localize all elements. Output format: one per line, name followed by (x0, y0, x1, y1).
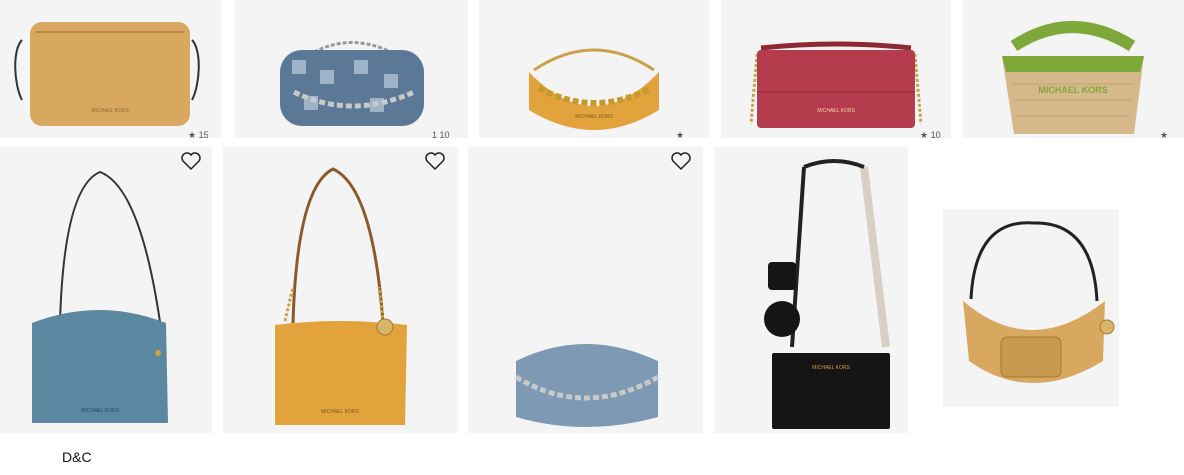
product-tile-1[interactable]: MICHAEL KORS (0, 0, 222, 138)
product-image-blue-suede-hobo: MICHAEL KORS (32, 170, 168, 423)
rating-fragment-tile-3: ★ (676, 130, 685, 140)
product-tile-4[interactable]: MICHAEL KORS (721, 0, 951, 138)
product-image-marigold-logo-crossbody: MICHAEL KORS (275, 167, 407, 425)
svg-text:MICHAEL KORS: MICHAEL KORS (812, 365, 850, 371)
product-image-red-crossbody: MICHAEL KORS (749, 41, 923, 128)
product-tile-9[interactable]: MICHAEL KORS (714, 147, 908, 433)
rating-fragment-tile-1: ★ 15 (188, 130, 209, 140)
product-image-black-crossbody-with-pouches: MICHAEL KORS (764, 159, 890, 429)
svg-text:MICHAEL KORS: MICHAEL KORS (81, 408, 119, 414)
svg-text:MICHAEL KORS: MICHAEL KORS (321, 409, 359, 415)
straw-tote-logo: MICHAEL KORS (1038, 85, 1108, 95)
brand-label: D&C (62, 449, 92, 465)
svg-text:MICHAEL KORS: MICHAEL KORS (817, 108, 855, 114)
product-image-tan-logo-shoulder-bag (963, 221, 1115, 383)
product-tile-5[interactable]: MICHAEL KORS (962, 0, 1184, 138)
product-tile-3[interactable]: MICHAEL KORS (479, 0, 710, 138)
product-image-marigold-shoulder-bag: MICHAEL KORS (529, 48, 659, 130)
product-image-tan-camera-bag: MICHAEL KORS (14, 22, 200, 126)
rating-fragment-tile-5: ★ (1160, 130, 1169, 140)
product-image-denim-bag (280, 41, 424, 126)
product-tile-8[interactable] (468, 147, 703, 433)
rating-fragment-tile-4: ★ 10 (920, 130, 941, 140)
product-image-straw-tote (1002, 21, 1144, 134)
wishlist-heart-icon[interactable] (424, 151, 446, 171)
product-tile-2[interactable]: 1 10 (234, 0, 468, 138)
svg-text:MICHAEL KORS: MICHAEL KORS (575, 114, 613, 120)
wishlist-heart-icon[interactable] (180, 151, 202, 171)
product-tile-7[interactable]: MICHAEL KORS (223, 147, 458, 433)
svg-text:MICHAEL KORS: MICHAEL KORS (91, 108, 129, 114)
wishlist-heart-icon[interactable] (670, 151, 692, 171)
product-tile-10[interactable] (943, 209, 1119, 407)
rating-fragment: 1 10 (432, 130, 450, 138)
product-tile-6[interactable]: MICHAEL KORS (0, 147, 212, 433)
product-image-blue-suede-chain-bag (514, 344, 660, 427)
